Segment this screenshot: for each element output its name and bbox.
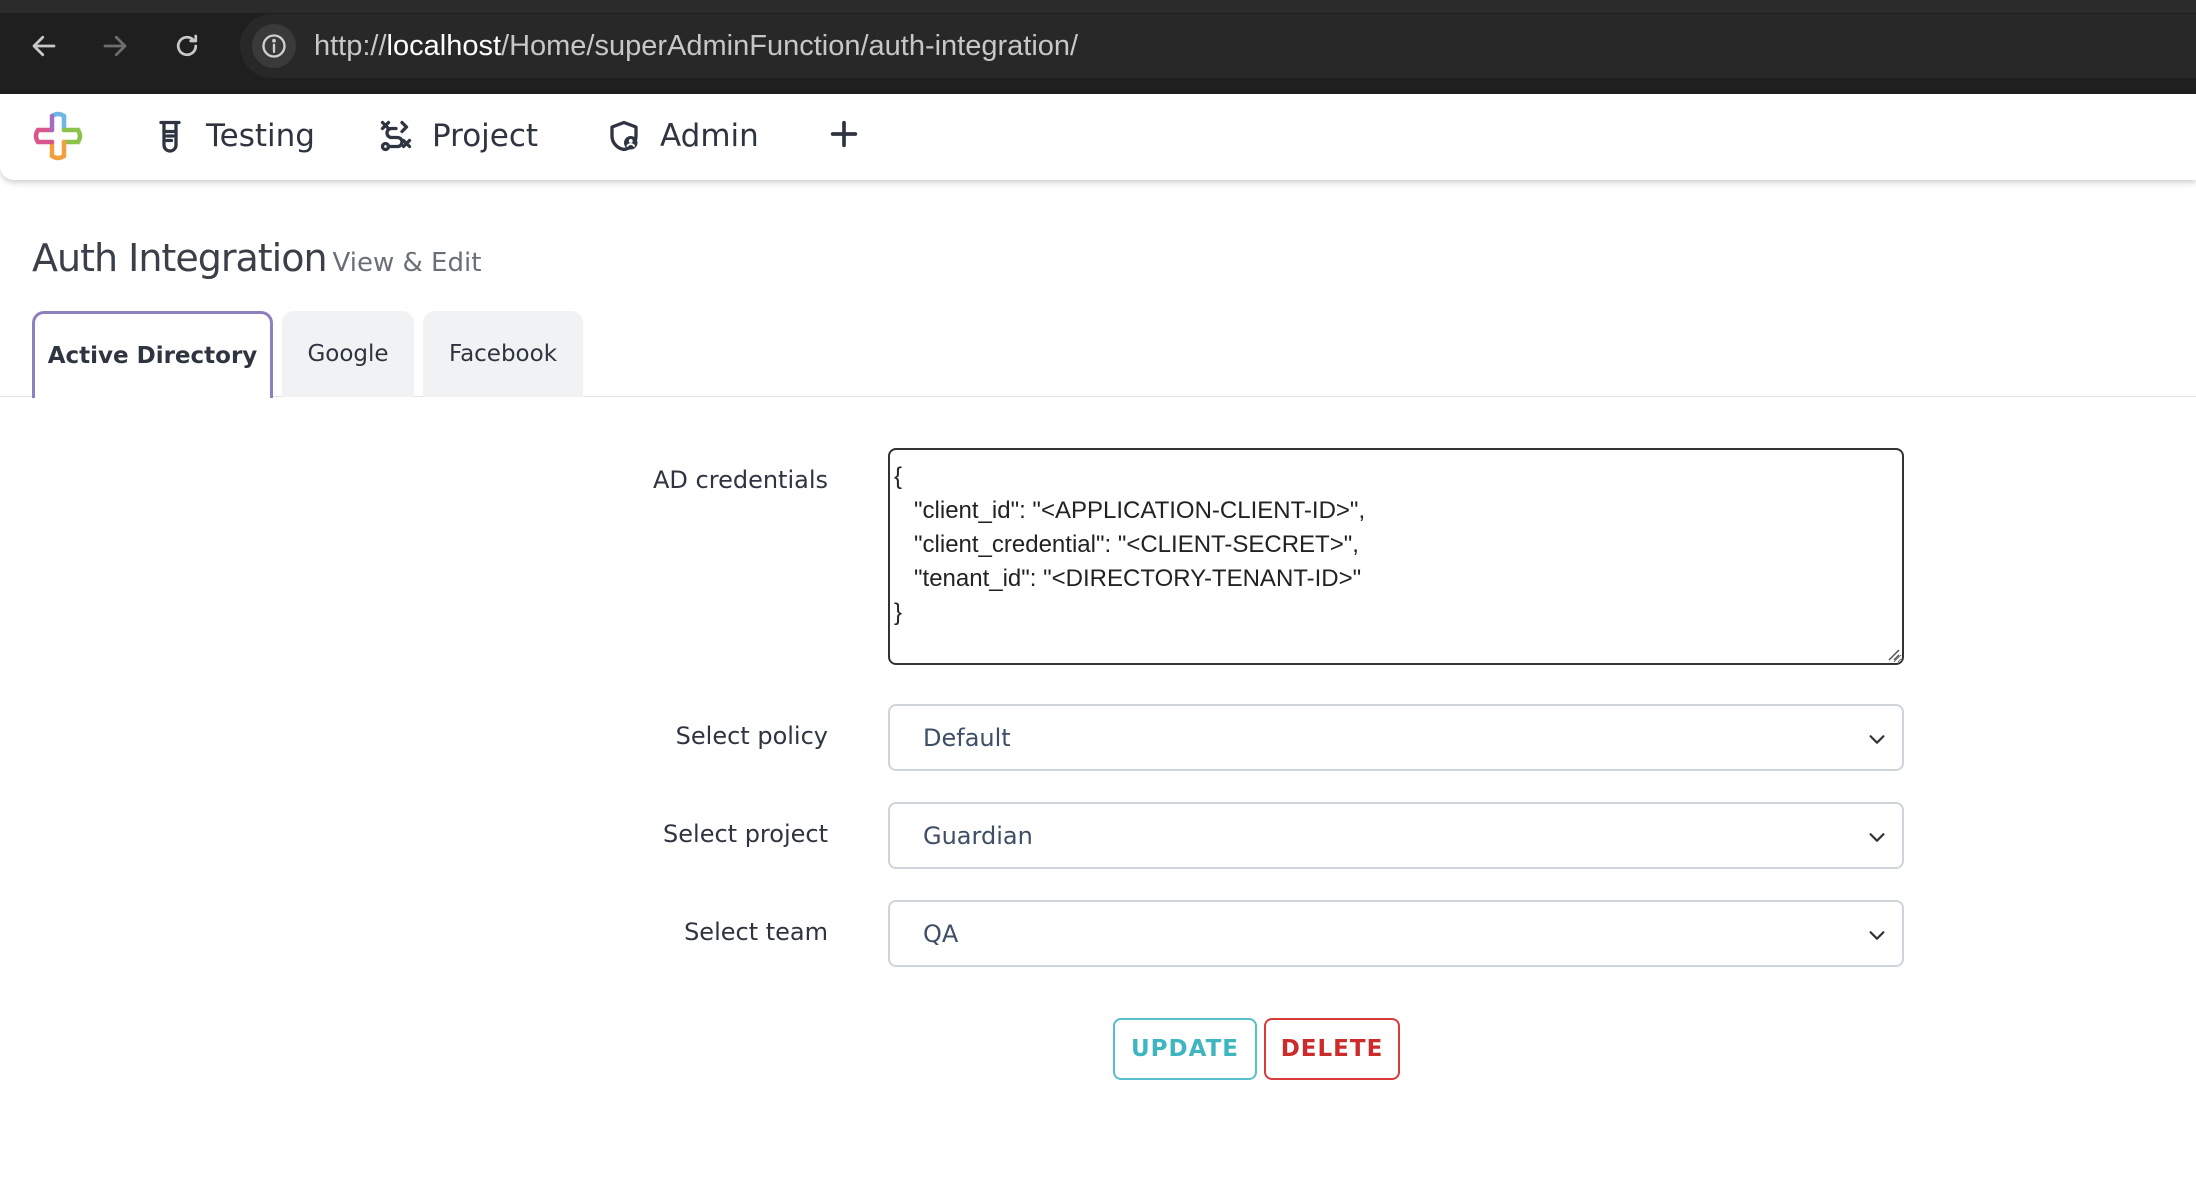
delete-button[interactable]: DELETE bbox=[1264, 1018, 1400, 1080]
tab-google[interactable]: Google bbox=[282, 311, 414, 397]
app-logo-icon[interactable] bbox=[32, 110, 84, 162]
url-text[interactable]: http://localhost/Home/superAdminFunction… bbox=[314, 30, 1078, 63]
arrow-right-icon bbox=[103, 35, 127, 57]
nav-admin[interactable]: Admin bbox=[606, 108, 759, 164]
back-button[interactable] bbox=[22, 24, 66, 68]
url-host: localhost bbox=[386, 29, 502, 62]
nav-testing-label: Testing bbox=[206, 118, 315, 154]
plus-icon bbox=[830, 120, 858, 148]
ad-credentials-textarea[interactable]: { "client_id": "<APPLICATION-CLIENT-ID>"… bbox=[888, 448, 1904, 665]
chevron-down-icon bbox=[1869, 931, 1885, 940]
select-team-dropdown[interactable]: QA bbox=[888, 900, 1904, 967]
select-project-dropdown[interactable]: Guardian bbox=[888, 802, 1904, 869]
page-title-text: Auth Integration bbox=[32, 236, 328, 280]
app-navbar: Testing Project Admin bbox=[0, 94, 2196, 180]
select-policy-label: Select policy bbox=[675, 722, 828, 750]
select-team-value: QA bbox=[923, 919, 959, 948]
url-scheme: http:// bbox=[314, 29, 387, 62]
resize-handle-icon[interactable] bbox=[1884, 645, 1900, 661]
route-icon bbox=[380, 120, 412, 152]
reload-icon bbox=[176, 34, 198, 57]
info-icon bbox=[262, 34, 286, 58]
url-path: /Home/superAdminFunction/auth-integratio… bbox=[501, 29, 1079, 62]
nav-admin-label: Admin bbox=[660, 118, 759, 154]
ad-credentials-label: AD credentials bbox=[653, 466, 828, 494]
browser-toolbar: http://localhost/Home/superAdminFunction… bbox=[0, 0, 2196, 94]
site-info-button[interactable] bbox=[252, 24, 296, 68]
update-button[interactable]: UPDATE bbox=[1113, 1018, 1257, 1080]
shield-user-icon bbox=[610, 120, 638, 152]
select-project-label: Select project bbox=[663, 820, 828, 848]
page-subtitle: View & Edit bbox=[332, 248, 482, 278]
forward-button[interactable] bbox=[93, 24, 137, 68]
select-team-label: Select team bbox=[684, 918, 828, 946]
select-policy-value: Default bbox=[923, 723, 1011, 752]
select-project-value: Guardian bbox=[923, 821, 1033, 850]
flask-icon bbox=[159, 120, 181, 153]
reload-button[interactable] bbox=[165, 24, 209, 68]
nav-project-label: Project bbox=[432, 118, 539, 154]
tab-facebook[interactable]: Facebook bbox=[423, 311, 583, 397]
add-button[interactable] bbox=[822, 108, 866, 160]
chevron-down-icon bbox=[1869, 735, 1885, 744]
page-title: Auth Integration View & Edit bbox=[32, 236, 481, 280]
nav-project[interactable]: Project bbox=[378, 108, 538, 164]
arrow-left-icon bbox=[32, 35, 56, 57]
browser-tab-strip bbox=[0, 0, 2196, 13]
select-policy-dropdown[interactable]: Default bbox=[888, 704, 1904, 771]
tab-active-directory[interactable]: Active Directory bbox=[32, 311, 273, 398]
address-bar[interactable]: http://localhost/Home/superAdminFunction… bbox=[240, 14, 2196, 78]
nav-testing[interactable]: Testing bbox=[152, 108, 315, 164]
chevron-down-icon bbox=[1869, 833, 1885, 842]
